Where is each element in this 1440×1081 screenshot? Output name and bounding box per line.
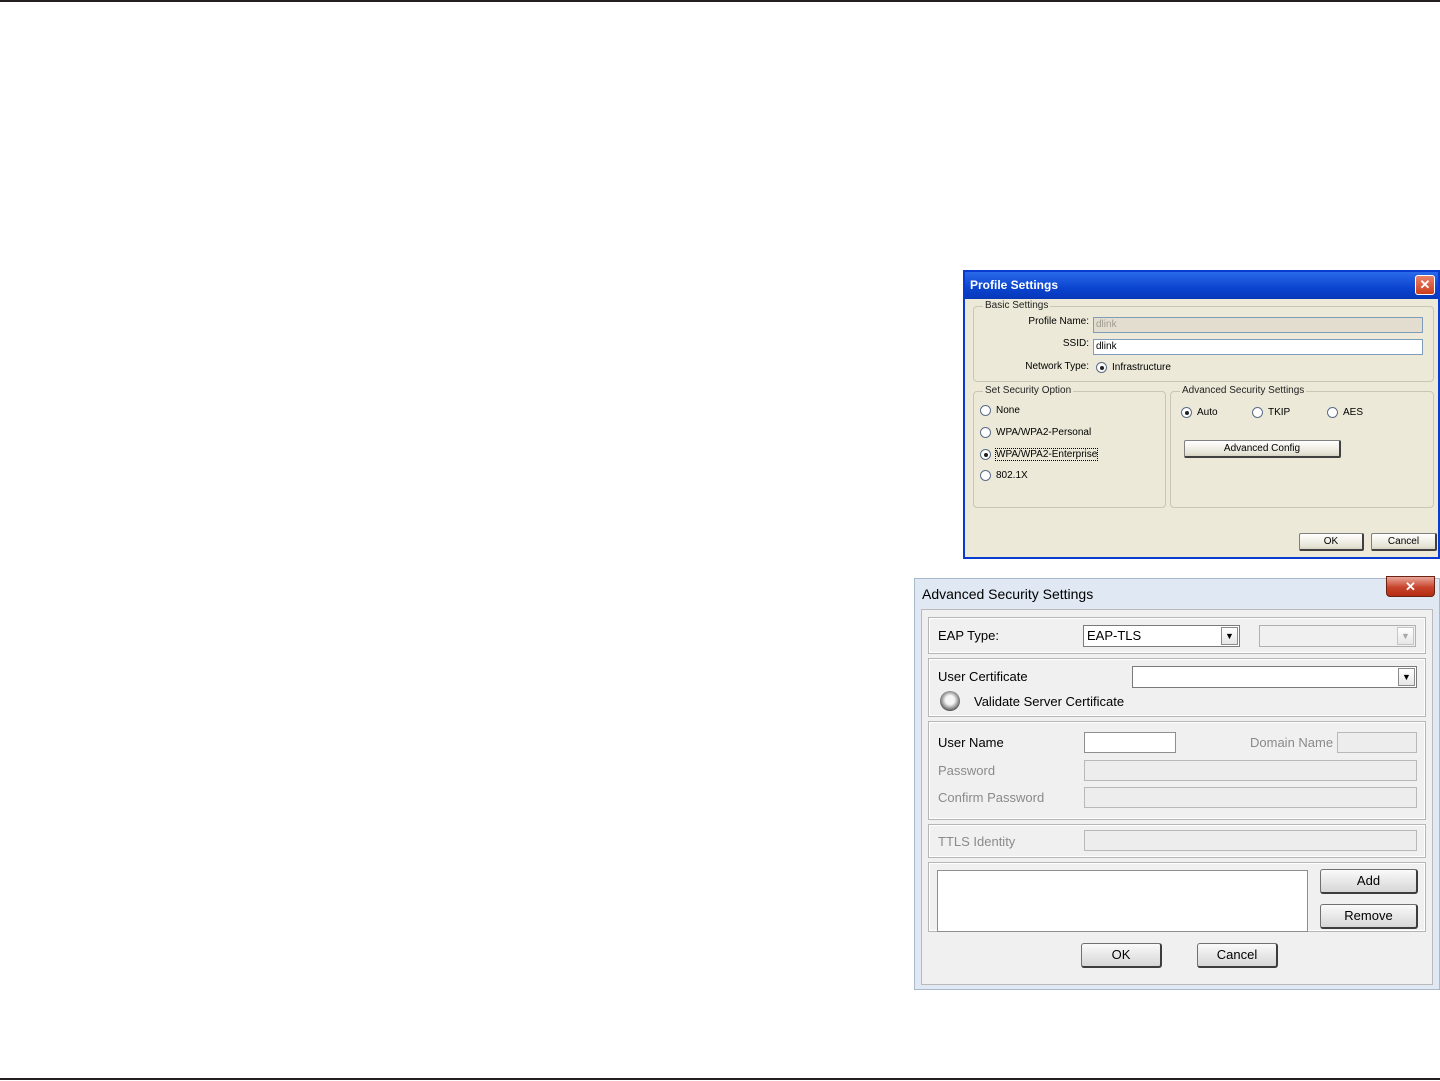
radio-selected-icon (980, 449, 991, 460)
radio-icon (1252, 407, 1263, 418)
security-option-none[interactable]: None (980, 405, 1020, 416)
close-icon[interactable]: ✕ (1415, 275, 1435, 295)
validate-server-label: Validate Server Certificate (974, 694, 1125, 709)
eap-type-group: EAP Type: EAP-TLS ▼ ▼ (928, 617, 1426, 654)
profile-settings-titlebar[interactable]: Profile Settings ✕ (965, 272, 1438, 299)
network-type-label: Network Type: (1025, 361, 1089, 372)
network-type-infrastructure-radio[interactable]: Infrastructure (1096, 362, 1171, 373)
advanced-security-titlebar[interactable]: Advanced Security Settings ✕ (915, 576, 1439, 609)
advanced-security-group: Advanced Security Settings Auto TKIP AES… (1170, 385, 1434, 508)
radio-icon (980, 427, 991, 438)
ssid-field[interactable]: dlink (1093, 339, 1423, 355)
radio-icon (980, 470, 991, 481)
radio-selected-icon (1181, 407, 1192, 418)
radio-label: None (996, 405, 1020, 416)
dialog-client-area: EAP Type: EAP-TLS ▼ ▼ User Certificate ▼… (921, 609, 1433, 985)
dialog-title: Advanced Security Settings (922, 586, 1094, 602)
cipher-auto-radio[interactable]: Auto (1181, 407, 1218, 418)
confirm-password-label: Confirm Password (938, 790, 1045, 805)
eap-type-value: EAP-TLS (1087, 628, 1142, 643)
top-rule (0, 0, 1440, 2)
profile-settings-dialog: Profile Settings ✕ Basic Settings Profil… (963, 270, 1440, 559)
certificate-list[interactable] (937, 870, 1308, 932)
radio-label: WPA/WPA2-Enterprise (994, 448, 1099, 461)
basic-settings-group: Basic Settings Profile Name: dlink SSID:… (973, 300, 1434, 382)
security-option-group: Set Security Option None WPA/WPA2-Person… (973, 385, 1166, 508)
radio-icon (1327, 407, 1338, 418)
radio-label: WPA/WPA2-Personal (996, 427, 1092, 438)
user-name-label: User Name (938, 735, 1004, 750)
dialog-title: Profile Settings (970, 278, 1059, 292)
ttls-identity-field[interactable] (1084, 830, 1417, 851)
radio-label: TKIP (1268, 407, 1291, 418)
security-option-wpa-personal[interactable]: WPA/WPA2-Personal (980, 427, 1091, 438)
group-legend: Set Security Option (983, 385, 1074, 396)
ssid-label: SSID: (1062, 338, 1089, 349)
profile-name-field[interactable]: dlink (1093, 317, 1423, 333)
cipher-aes-radio[interactable]: AES (1327, 407, 1363, 418)
password-label: Password (938, 763, 996, 778)
eap-type-label: EAP Type: (938, 628, 999, 643)
password-field[interactable] (1084, 760, 1417, 781)
validate-server-toggle-icon[interactable] (940, 691, 960, 711)
certificate-group: User Certificate ▼ Validate Server Certi… (928, 658, 1426, 717)
chevron-down-icon: ▼ (1398, 668, 1415, 686)
advanced-config-button[interactable]: Advanced Config (1184, 440, 1341, 458)
user-certificate-select[interactable]: ▼ (1132, 666, 1417, 688)
group-legend: Advanced Security Settings (1180, 385, 1307, 396)
security-option-wpa-enterprise[interactable]: WPA/WPA2-Enterprise (980, 448, 1099, 461)
add-button[interactable]: Add (1320, 869, 1418, 894)
radio-label: 802.1X (996, 470, 1028, 481)
ok-button[interactable]: OK (1081, 943, 1162, 968)
bottom-rule (0, 1078, 1440, 1080)
user-certificate-label: User Certificate (938, 669, 1028, 684)
group-legend: Basic Settings (983, 300, 1051, 311)
radio-icon (980, 405, 991, 416)
ttls-group: TTLS Identity (928, 824, 1426, 858)
user-name-field[interactable] (1084, 732, 1176, 753)
domain-name-field[interactable] (1337, 732, 1417, 753)
radio-label: Auto (1197, 407, 1218, 418)
profile-name-label: Profile Name: (1028, 316, 1089, 327)
radio-selected-icon (1096, 362, 1107, 373)
ok-button[interactable]: OK (1299, 533, 1364, 551)
radio-label: AES (1343, 407, 1364, 418)
domain-name-label: Domain Name (1250, 735, 1334, 750)
credentials-group: User Name Domain Name Password Confirm P… (928, 721, 1426, 820)
confirm-password-field[interactable] (1084, 787, 1417, 808)
security-option-8021x[interactable]: 802.1X (980, 470, 1028, 481)
advanced-security-dialog: Advanced Security Settings ✕ EAP Type: E… (914, 576, 1440, 990)
ttls-identity-label: TTLS Identity (938, 834, 1016, 849)
remove-button[interactable]: Remove (1320, 904, 1418, 929)
certificate-list-group: Add Remove (928, 862, 1426, 932)
eap-subtype-select[interactable]: ▼ (1259, 625, 1416, 647)
eap-type-select[interactable]: EAP-TLS ▼ (1083, 625, 1240, 647)
cancel-button[interactable]: Cancel (1371, 533, 1437, 551)
chevron-down-icon: ▼ (1397, 627, 1414, 645)
chevron-down-icon: ▼ (1221, 627, 1238, 645)
cipher-tkip-radio[interactable]: TKIP (1252, 407, 1290, 418)
close-icon[interactable]: ✕ (1386, 576, 1435, 597)
radio-label: Infrastructure (1112, 362, 1171, 373)
cancel-button[interactable]: Cancel (1197, 943, 1278, 968)
